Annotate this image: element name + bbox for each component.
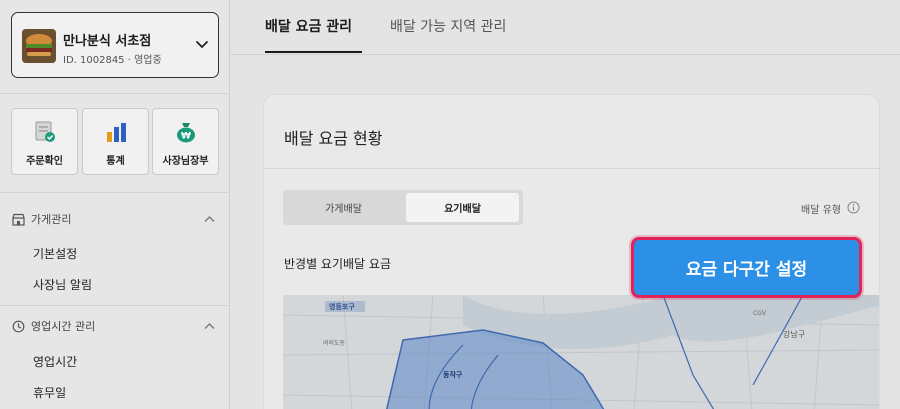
sidebar: 만나분식 서초점 ID. 1002845 · 영업중 주문확인 통계 ₩ 사장님… <box>0 0 230 409</box>
map-label-other-1: 여의도동 <box>323 339 346 347</box>
store-thumbnail <box>22 29 56 63</box>
sidebar-divider <box>0 93 230 94</box>
quick-stats-label: 통계 <box>106 156 125 167</box>
segment-store-delivery[interactable]: 가게배달 <box>287 193 400 222</box>
menu-section-store-label: 가게관리 <box>31 213 72 226</box>
clock-icon <box>12 320 25 332</box>
tab-delivery-fee[interactable]: 배달 요금 관리 <box>265 16 352 36</box>
sidebar-item-basic-settings[interactable]: 기본설정 <box>33 245 77 262</box>
segment-yogi-delivery[interactable]: 요기배달 <box>406 193 519 222</box>
map-label-district-2: 동작구 <box>443 370 463 379</box>
radius-fee-subtitle: 반경별 요기배달 요금 <box>284 257 391 271</box>
quick-order-check-label: 주문확인 <box>26 156 63 167</box>
map-label-district-1: 영등포구 <box>329 302 355 311</box>
chevron-down-icon[interactable] <box>195 37 209 51</box>
sidebar-item-owner-alerts[interactable]: 사장님 알림 <box>33 276 92 293</box>
chevron-up-icon[interactable] <box>204 215 215 223</box>
delivery-type-toggle: 가게배달 요기배달 <box>283 190 523 225</box>
svg-text:₩: ₩ <box>181 132 191 142</box>
store-name: 만나분식 서초점 <box>63 34 152 49</box>
store-id-status: ID. 1002845 · 영업중 <box>63 55 162 66</box>
card-divider <box>264 168 879 169</box>
order-check-icon <box>35 121 55 142</box>
menu-section-store[interactable]: 가게관리 <box>12 211 71 227</box>
sidebar-item-holidays[interactable]: 휴무일 <box>33 384 66 401</box>
map-label-other-2: CGV <box>753 310 767 317</box>
menu-section-hours[interactable]: 영업시간 관리 <box>12 318 95 334</box>
money-bag-icon: ₩ <box>176 123 195 143</box>
menu-section-hours-label: 영업시간 관리 <box>31 320 96 333</box>
multi-tier-fee-setting-button[interactable]: 요금 다구간 설정 <box>631 237 862 298</box>
quick-order-check-button[interactable]: 주문확인 <box>11 108 78 175</box>
bar-chart-icon <box>106 123 126 142</box>
store-selector[interactable]: 만나분식 서초점 ID. 1002845 · 영업중 <box>11 12 219 78</box>
sidebar-item-business-hours[interactable]: 영업시간 <box>33 353 77 370</box>
tab-delivery-area[interactable]: 배달 가능 지역 관리 <box>390 16 506 36</box>
quick-stats-button[interactable]: 통계 <box>82 108 149 175</box>
top-tab-bar: 배달 요금 관리 배달 가능 지역 관리 <box>231 0 900 55</box>
quick-ledger-button[interactable]: ₩ 사장님장부 <box>152 108 219 175</box>
sidebar-divider <box>0 305 230 306</box>
active-tab-indicator <box>265 51 362 53</box>
card-title: 배달 요금 현황 <box>284 129 383 148</box>
delivery-radius-map[interactable]: 영등포구 동작구 강남구 여의도동 CGV <box>283 295 879 409</box>
chevron-up-icon[interactable] <box>204 322 215 330</box>
map-label-district-3: 강남구 <box>783 329 805 339</box>
store-icon <box>12 213 25 226</box>
info-icon[interactable] <box>847 201 860 214</box>
delivery-type-label: 배달 유형 <box>801 205 841 216</box>
sidebar-divider <box>0 192 230 193</box>
quick-ledger-label: 사장님장부 <box>162 156 209 167</box>
